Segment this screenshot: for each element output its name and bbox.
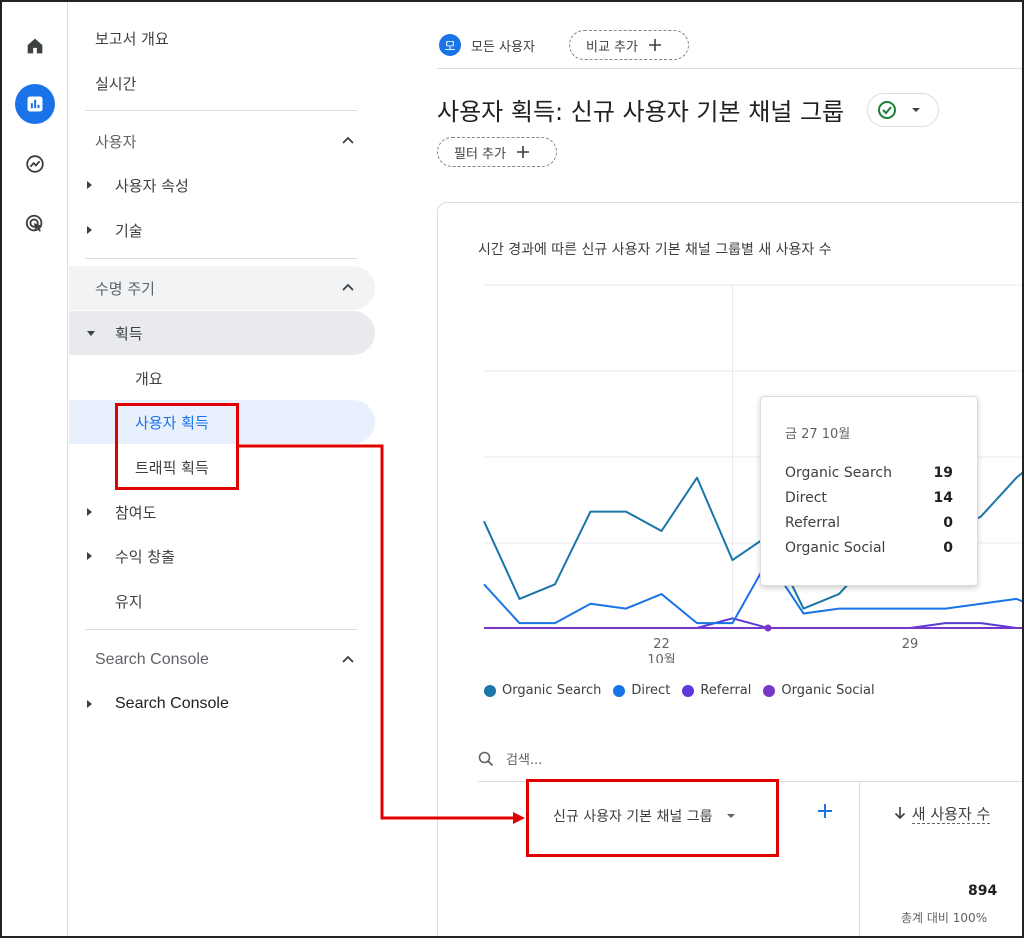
plus-icon <box>648 39 661 51</box>
series-line-referral <box>484 617 1022 629</box>
sidebar-item-search-console[interactable]: Search Console <box>69 682 375 726</box>
sidebar-item-user-attributes[interactable]: 사용자 속성 <box>69 163 375 207</box>
add-filter-button[interactable]: 필터 추가 <box>437 137 557 167</box>
legend-item-organic-search[interactable]: Organic Search <box>484 683 601 698</box>
sidebar-item-acquisition[interactable]: 획득 <box>69 311 375 355</box>
divider <box>85 258 357 259</box>
plus-icon <box>818 804 832 818</box>
explore-icon[interactable] <box>15 144 55 184</box>
home-icon[interactable] <box>15 26 55 66</box>
annotation-highlight-box <box>526 779 779 857</box>
divider <box>437 68 1022 69</box>
total-value: 894 <box>968 883 998 899</box>
page-title: 사용자 획득: 신규 사용자 기본 채널 그룹 <box>437 98 845 126</box>
segment-avatar: 모 <box>439 34 461 56</box>
triangle-right-icon <box>87 700 92 708</box>
sidebar-section-user[interactable]: 사용자 <box>69 119 375 163</box>
arrow-down-icon <box>894 807 906 820</box>
sidebar-item-overview[interactable]: 보고서 개요 <box>69 16 375 60</box>
tooltip-row: Direct 14 <box>785 490 953 506</box>
plus-icon <box>516 146 529 158</box>
chevron-up-icon <box>342 283 354 291</box>
triangle-right-icon <box>87 508 92 516</box>
sidebar-item-tech[interactable]: 기술 <box>69 208 375 252</box>
tooltip-row: Organic Search 19 <box>785 465 953 481</box>
sidebar-item-engagement[interactable]: 참여도 <box>69 490 375 534</box>
triangle-down-icon <box>87 331 95 336</box>
tooltip-row: Referral 0 <box>785 515 953 531</box>
sidebar-item-realtime[interactable]: 실시간 <box>69 61 375 105</box>
chart-legend: Organic Search Direct Referral Organic S… <box>484 683 887 698</box>
screenshot-frame: 보고서 개요 실시간 사용자 사용자 속성 기술 수명 주기 획득 개요 사용자… <box>0 0 1024 938</box>
chevron-up-icon <box>342 136 354 144</box>
sidebar-item-retention[interactable]: 유지 <box>69 579 375 623</box>
legend-item-organic-social[interactable]: Organic Social <box>763 683 875 698</box>
triangle-right-icon <box>87 226 92 234</box>
advertising-icon[interactable] <box>15 204 55 244</box>
x-tick-label: 10월 <box>647 653 676 663</box>
reports-icon[interactable] <box>15 84 55 124</box>
highlight-point <box>764 624 772 632</box>
nav-rail <box>2 2 68 936</box>
triangle-right-icon <box>87 552 92 560</box>
divider <box>85 629 357 630</box>
add-dimension-button[interactable] <box>816 801 834 826</box>
title-status-dropdown[interactable] <box>867 93 939 127</box>
segment-chip[interactable]: 모 모든 사용자 <box>437 30 557 60</box>
add-comparison-button[interactable]: 비교 추가 <box>569 30 689 60</box>
tooltip-date: 금 27 10월 <box>785 427 851 442</box>
sidebar-section-lifecycle[interactable]: 수명 주기 <box>69 266 375 310</box>
legend-item-direct[interactable]: Direct <box>613 683 670 698</box>
total-caption: 총계 대비 100% <box>901 911 988 925</box>
annotation-highlight-box <box>115 403 239 490</box>
search-icon <box>478 751 494 766</box>
search-input[interactable]: 검색... <box>506 749 542 768</box>
sidebar-item-acquisition-overview[interactable]: 개요 <box>69 356 375 400</box>
sidebar-item-monetization[interactable]: 수익 창출 <box>69 534 375 578</box>
metric-column-header[interactable]: 새 사용자 수 <box>893 803 991 824</box>
x-tick-label: 22 <box>653 637 670 652</box>
chevron-up-icon <box>342 655 354 663</box>
legend-item-referral[interactable]: Referral <box>682 683 751 698</box>
divider <box>859 781 860 936</box>
divider <box>85 110 357 111</box>
caret-down-icon <box>912 108 920 112</box>
sidebar-section-search-console[interactable]: Search Console <box>69 638 375 682</box>
check-circle-icon <box>878 101 896 119</box>
triangle-right-icon <box>87 181 92 189</box>
tooltip-row: Organic Social 0 <box>785 540 953 556</box>
table-search[interactable]: 검색... <box>478 749 542 768</box>
x-tick-label: 29 <box>902 637 919 652</box>
chart-tooltip: 금 27 10월 Organic Search 19 Direct 14 Refer… <box>760 396 978 586</box>
